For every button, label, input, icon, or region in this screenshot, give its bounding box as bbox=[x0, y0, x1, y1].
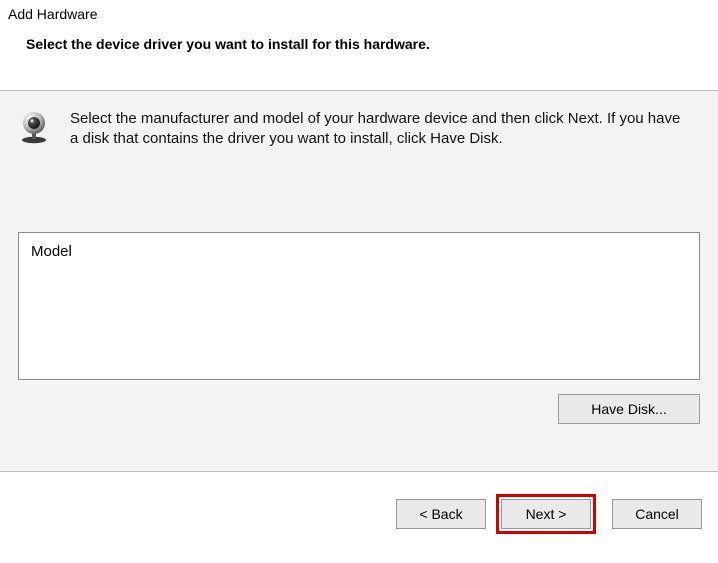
page-subtitle: Select the device driver you want to ins… bbox=[26, 36, 710, 52]
wizard-content: Select the manufacturer and model of you… bbox=[0, 91, 718, 471]
have-disk-button[interactable]: Have Disk... bbox=[558, 394, 700, 424]
next-button[interactable]: Next > bbox=[501, 499, 591, 529]
next-button-highlight: Next > bbox=[496, 494, 596, 534]
page-title: Add Hardware bbox=[8, 6, 710, 22]
instruction-row: Select the manufacturer and model of you… bbox=[18, 109, 700, 150]
back-button[interactable]: < Back bbox=[396, 499, 486, 529]
model-column-header: Model bbox=[31, 243, 687, 260]
wizard-footer: < Back Next > Cancel bbox=[0, 472, 718, 534]
instruction-text: Select the manufacturer and model of you… bbox=[70, 109, 690, 150]
webcam-icon bbox=[18, 111, 52, 145]
add-hardware-wizard: Add Hardware Select the device driver yo… bbox=[0, 0, 718, 563]
model-listbox[interactable]: Model bbox=[18, 232, 700, 380]
cancel-button[interactable]: Cancel bbox=[612, 499, 702, 529]
wizard-header: Add Hardware Select the device driver yo… bbox=[0, 0, 718, 72]
have-disk-row: Have Disk... bbox=[18, 394, 700, 424]
